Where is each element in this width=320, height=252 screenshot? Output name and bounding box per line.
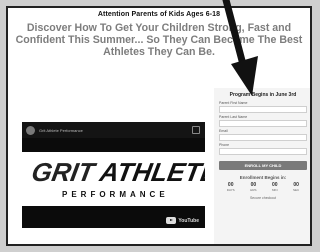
pointer-arrow-icon (222, 0, 258, 96)
arrow-head (231, 56, 258, 96)
